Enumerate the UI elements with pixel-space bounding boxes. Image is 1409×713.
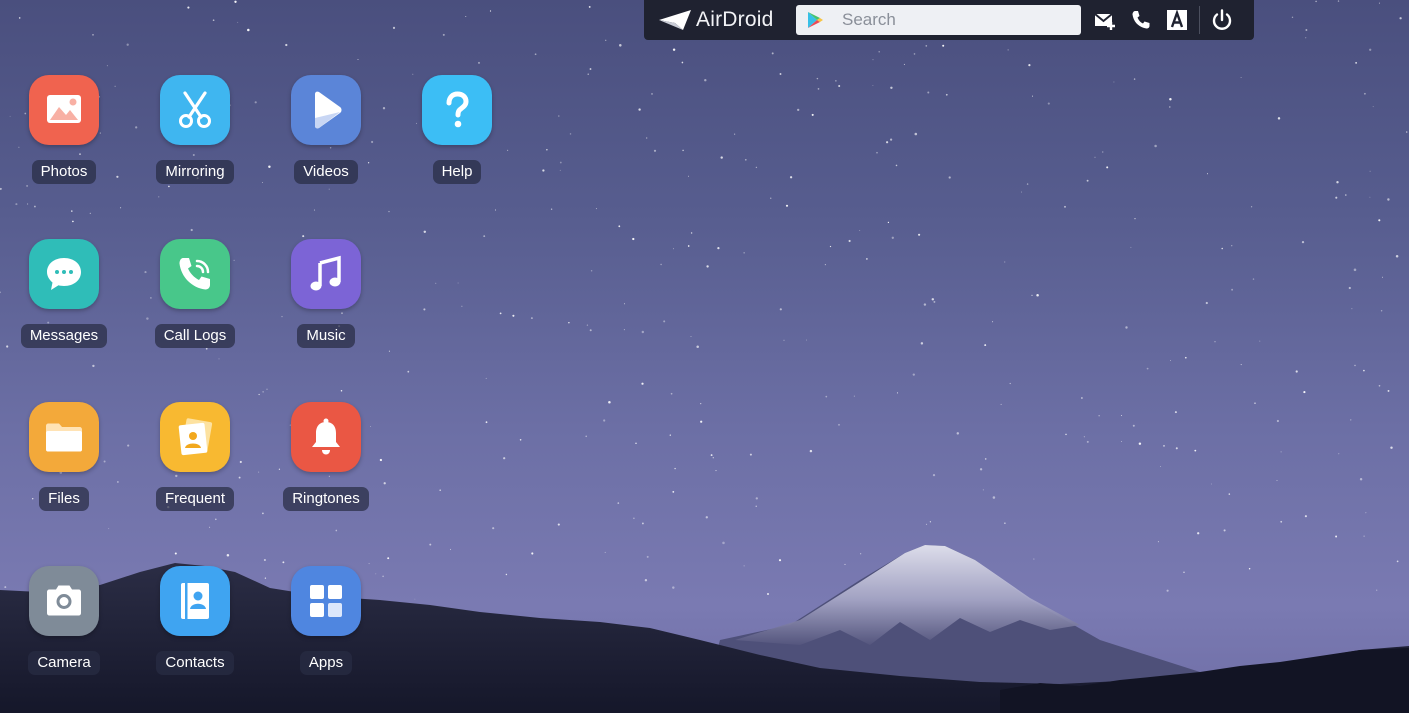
apps-grid-icon xyxy=(310,585,342,617)
photos-icon xyxy=(47,95,81,123)
app-mirroring[interactable]: Mirroring xyxy=(145,75,245,195)
app-label: Apps xyxy=(299,651,353,675)
app-icon-tile xyxy=(160,402,230,472)
bell-icon xyxy=(312,418,340,455)
app-icon-tile xyxy=(160,75,230,145)
app-label: Music xyxy=(297,324,355,348)
font-a-icon xyxy=(1167,9,1187,30)
music-note-icon xyxy=(310,255,341,291)
play-icon xyxy=(315,91,342,129)
new-message-button[interactable] xyxy=(1087,0,1123,40)
app-label: Camera xyxy=(28,651,100,675)
app-contacts[interactable]: Contacts xyxy=(145,566,245,686)
toolbar-divider xyxy=(1199,6,1200,34)
paper-plane-logo-icon xyxy=(659,10,691,30)
app-label: Mirroring xyxy=(156,160,234,184)
contact-book-icon xyxy=(181,583,209,619)
power-icon xyxy=(1212,9,1232,30)
app-label: Files xyxy=(39,487,89,511)
frequent-contacts-icon xyxy=(178,418,213,456)
brand-name: AirDroid xyxy=(696,8,774,31)
app-icon-tile xyxy=(291,239,361,309)
app-icon-tile xyxy=(29,75,99,145)
font-button[interactable] xyxy=(1159,0,1195,40)
phone-button[interactable] xyxy=(1123,0,1159,40)
app-icon-tile xyxy=(291,402,361,472)
camera-icon xyxy=(47,585,81,616)
folder-icon xyxy=(46,423,82,452)
app-icon-tile xyxy=(422,75,492,145)
app-label: Call Logs xyxy=(154,324,236,348)
app-camera[interactable]: Camera xyxy=(14,566,114,686)
app-icon-tile xyxy=(29,566,99,636)
app-ringtones[interactable]: Ringtones xyxy=(276,402,376,522)
phone-icon xyxy=(1132,11,1150,29)
chat-bubble-icon xyxy=(47,258,81,290)
app-label: Help xyxy=(432,160,482,184)
app-help[interactable]: Help xyxy=(407,75,507,195)
top-toolbar: AirDroid xyxy=(644,0,1254,40)
app-label: Contacts xyxy=(156,651,234,675)
app-apps[interactable]: Apps xyxy=(276,566,376,686)
play-store-icon xyxy=(808,12,823,28)
new-message-icon xyxy=(1094,13,1115,30)
app-music[interactable]: Music xyxy=(276,239,376,359)
question-icon xyxy=(446,91,469,128)
app-icon-tile xyxy=(29,402,99,472)
search-input[interactable] xyxy=(842,6,1072,34)
power-button[interactable] xyxy=(1204,0,1240,40)
app-icon-tile xyxy=(291,566,361,636)
app-frequent[interactable]: Frequent xyxy=(145,402,245,522)
app-label: Photos xyxy=(31,160,97,184)
search-box[interactable] xyxy=(796,5,1081,35)
app-photos[interactable]: Photos xyxy=(14,75,114,195)
app-label: Frequent xyxy=(155,487,235,511)
phone-call-icon xyxy=(179,258,210,290)
app-videos[interactable]: Videos xyxy=(276,75,376,195)
app-call-logs[interactable]: Call Logs xyxy=(145,239,245,359)
scissors-icon xyxy=(179,91,211,128)
app-icon-tile xyxy=(160,566,230,636)
app-messages[interactable]: Messages xyxy=(14,239,114,359)
app-label: Messages xyxy=(20,324,108,348)
app-files[interactable]: Files xyxy=(14,402,114,522)
app-label: Ringtones xyxy=(283,487,369,511)
app-icon-tile xyxy=(160,239,230,309)
app-icon-tile xyxy=(291,75,361,145)
app-icon-tile xyxy=(29,239,99,309)
app-label: Videos xyxy=(294,160,358,184)
airdroid-logo[interactable]: AirDroid xyxy=(658,8,796,32)
